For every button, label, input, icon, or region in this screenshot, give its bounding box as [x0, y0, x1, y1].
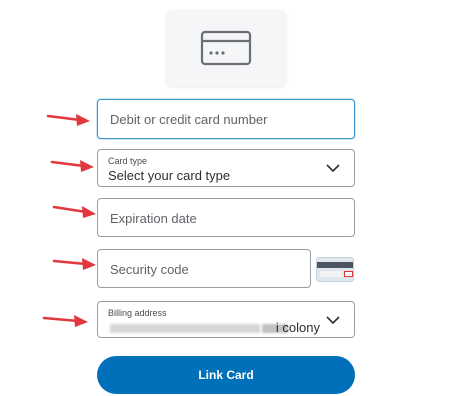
expiration-date-input[interactable]: Expiration date	[97, 198, 355, 237]
red-arrow-icon	[52, 258, 96, 270]
card-number-input[interactable]: Debit or credit card number	[97, 99, 355, 139]
card-type-label: Card type	[108, 156, 148, 166]
credit-card-tile	[166, 10, 286, 86]
link-card-button[interactable]: Link Card	[97, 356, 355, 394]
card-type-select[interactable]: Card type Select your card type	[97, 149, 355, 187]
security-code-placeholder: Security code	[110, 262, 189, 277]
billing-address-value: i colony	[275, 320, 320, 335]
address-redaction	[110, 324, 260, 333]
chevron-down-icon	[326, 316, 340, 325]
chevron-down-icon	[326, 164, 340, 173]
credit-card-icon	[200, 30, 252, 66]
red-arrow-icon	[50, 160, 94, 172]
billing-address-label: Billing address	[108, 308, 167, 318]
red-arrow-icon	[46, 114, 90, 126]
expiration-date-placeholder: Expiration date	[110, 211, 197, 226]
card-back-cvv-icon	[316, 257, 354, 282]
billing-address-select[interactable]: Billing address i colony	[97, 301, 355, 338]
security-code-input[interactable]: Security code	[97, 249, 311, 288]
red-arrow-icon	[52, 205, 96, 218]
card-type-value: Select your card type	[108, 168, 231, 183]
card-number-placeholder: Debit or credit card number	[110, 112, 268, 127]
red-arrow-icon	[42, 315, 88, 327]
